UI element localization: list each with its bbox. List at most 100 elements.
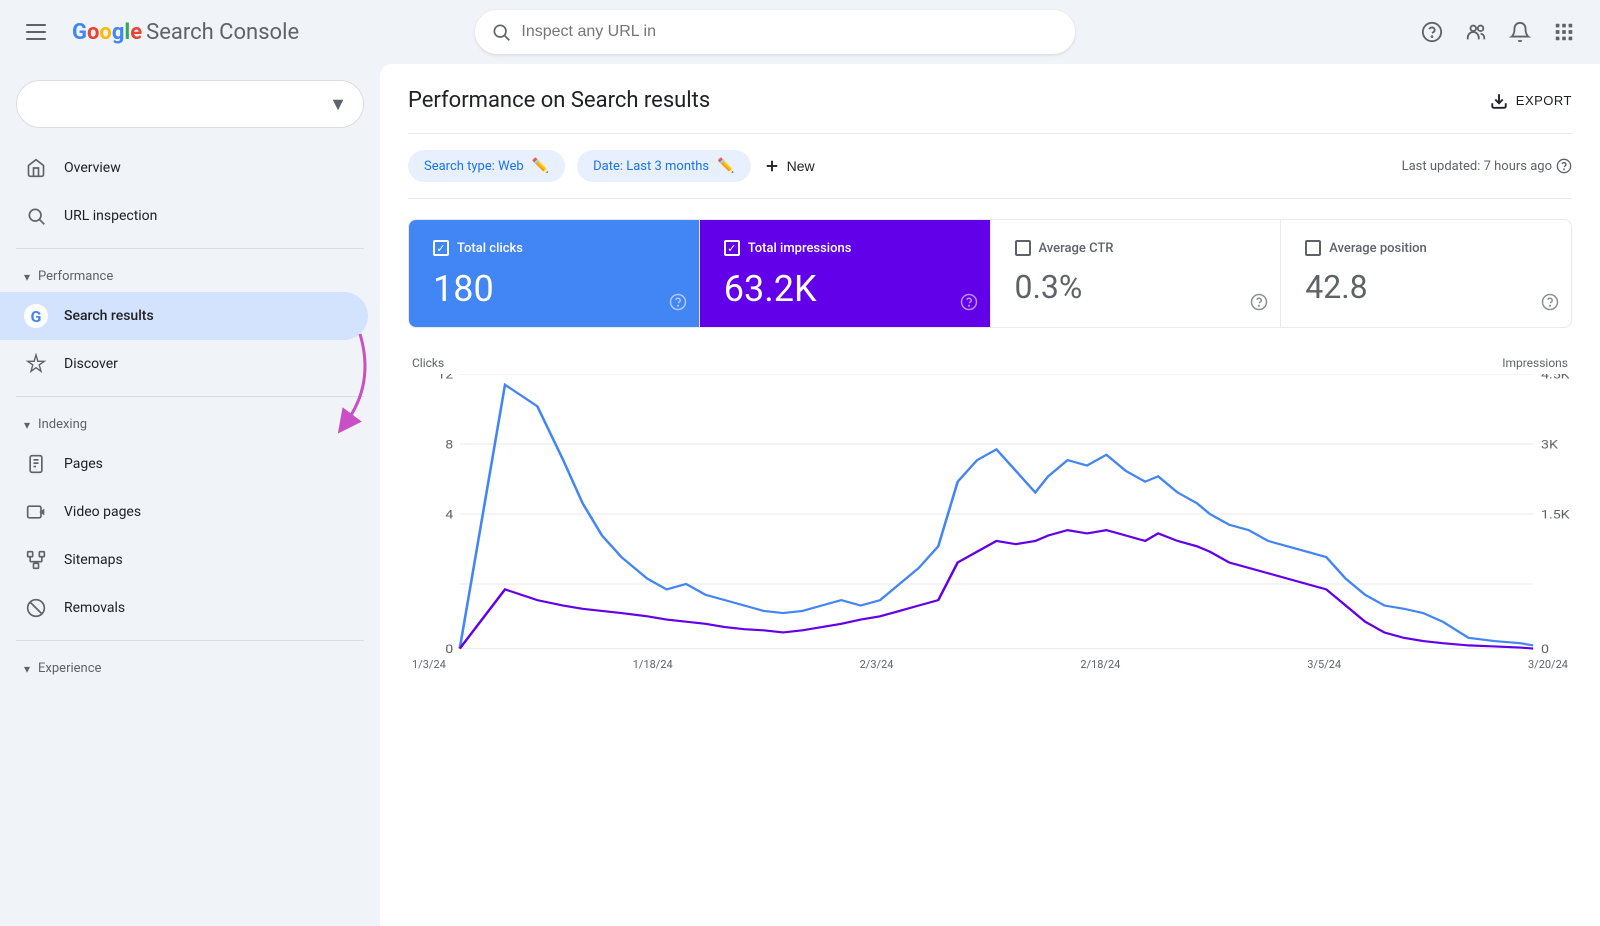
metric-position-header: Average position bbox=[1305, 240, 1547, 256]
property-selector-arrow: ▼ bbox=[329, 94, 347, 115]
metric-total-clicks[interactable]: Total clicks 180 bbox=[409, 220, 700, 327]
search-icon bbox=[491, 22, 511, 42]
position-label: Average position bbox=[1329, 241, 1427, 256]
chart-right-label: Impressions bbox=[1502, 356, 1568, 370]
indexing-section-header[interactable]: ▾ Indexing bbox=[0, 405, 380, 440]
video-icon bbox=[24, 500, 48, 524]
date-range-edit-icon: ✏️ bbox=[717, 158, 734, 174]
sidebar-item-label-pages: Pages bbox=[64, 456, 103, 472]
impressions-label: Total impressions bbox=[748, 241, 852, 256]
sidebar-item-discover[interactable]: Discover bbox=[0, 340, 368, 388]
svg-text:12: 12 bbox=[437, 374, 453, 382]
performance-section-label: Performance bbox=[38, 269, 113, 284]
x-label-0: 1/3/24 bbox=[412, 658, 446, 671]
sidebar-item-label-sitemaps: Sitemaps bbox=[64, 552, 123, 568]
performance-section-header[interactable]: ▾ Performance bbox=[0, 257, 380, 292]
sidebar-item-pages[interactable]: Pages bbox=[0, 440, 368, 488]
hamburger-button[interactable] bbox=[16, 12, 56, 52]
sidebar: ▼ Overview URL inspection ▾ bbox=[0, 64, 380, 926]
impressions-checkbox bbox=[724, 240, 740, 256]
sitemaps-icon bbox=[24, 548, 48, 572]
logo-e: e bbox=[130, 20, 142, 45]
sidebar-item-label-overview: Overview bbox=[64, 160, 121, 176]
accounts-button[interactable] bbox=[1456, 12, 1496, 52]
sidebar-item-label-removals: Removals bbox=[64, 600, 125, 616]
x-label-3: 2/18/24 bbox=[1080, 658, 1120, 671]
indexing-section-label: Indexing bbox=[38, 417, 87, 432]
export-label: EXPORT bbox=[1516, 93, 1572, 108]
chart-wrapper: 12 8 4 0 4.5K 3K 1.5K 0 bbox=[408, 374, 1572, 654]
metric-average-position[interactable]: Average position 42.8 bbox=[1281, 220, 1571, 327]
date-range-label: Date: Last 3 months bbox=[593, 159, 709, 174]
x-label-1: 1/18/24 bbox=[633, 658, 673, 671]
impressions-value: 63.2K bbox=[724, 268, 966, 311]
sidebar-item-sitemaps[interactable]: Sitemaps bbox=[0, 536, 368, 584]
google-g-icon: G bbox=[24, 304, 48, 328]
search-input[interactable] bbox=[521, 23, 1059, 41]
export-button[interactable]: EXPORT bbox=[1490, 92, 1572, 110]
new-filter-button[interactable]: New bbox=[763, 157, 815, 175]
property-selector[interactable]: ▼ bbox=[16, 80, 364, 128]
chart-left-label: Clicks bbox=[412, 356, 444, 370]
x-label-2: 2/3/24 bbox=[860, 658, 894, 671]
svg-text:0: 0 bbox=[1541, 643, 1549, 654]
metric-impressions-header: Total impressions bbox=[724, 240, 966, 256]
svg-text:8: 8 bbox=[445, 439, 453, 453]
svg-text:4.5K: 4.5K bbox=[1541, 374, 1571, 382]
search-nav-icon bbox=[24, 204, 48, 228]
search-type-edit-icon: ✏️ bbox=[532, 158, 549, 174]
main-content: Performance on Search results EXPORT Sea… bbox=[380, 64, 1600, 926]
clicks-checkbox bbox=[433, 240, 449, 256]
search-type-label: Search type: Web bbox=[424, 159, 524, 174]
apps-button[interactable] bbox=[1544, 12, 1584, 52]
performance-arrow: ▾ bbox=[24, 270, 30, 284]
logo-text: Search Console bbox=[146, 20, 299, 45]
experience-section-header[interactable]: ▾ Experience bbox=[0, 649, 380, 684]
metric-total-impressions[interactable]: Total impressions 63.2K bbox=[700, 220, 991, 327]
filter-bar: Search type: Web ✏️ Date: Last 3 months … bbox=[408, 133, 1572, 199]
chart-axis-labels: Clicks Impressions bbox=[408, 356, 1572, 370]
sidebar-item-url-inspection[interactable]: URL inspection bbox=[0, 192, 368, 240]
svg-text:1.5K: 1.5K bbox=[1541, 509, 1571, 523]
logo-o2: o bbox=[99, 20, 111, 45]
clicks-label: Total clicks bbox=[457, 241, 523, 256]
metrics-row: Total clicks 180 Total impressions bbox=[408, 219, 1572, 328]
position-value: 42.8 bbox=[1305, 268, 1547, 306]
metric-average-ctr[interactable]: Average CTR 0.3% bbox=[991, 220, 1282, 327]
last-updated-text: Last updated: 7 hours ago bbox=[1402, 159, 1552, 174]
new-label: New bbox=[787, 158, 815, 174]
top-header: Google Search Console bbox=[0, 0, 1600, 64]
ctr-checkbox bbox=[1015, 240, 1031, 256]
position-checkbox bbox=[1305, 240, 1321, 256]
header-icons bbox=[1412, 12, 1584, 52]
logo-g: G bbox=[72, 20, 87, 45]
main-layout: ▼ Overview URL inspection ▾ bbox=[0, 64, 1600, 926]
sidebar-item-removals[interactable]: Removals bbox=[0, 584, 368, 632]
discover-icon bbox=[24, 352, 48, 376]
page-title: Performance on Search results bbox=[408, 88, 710, 113]
ctr-help-icon bbox=[1250, 293, 1268, 315]
sidebar-item-overview[interactable]: Overview bbox=[0, 144, 368, 192]
sidebar-item-search-results[interactable]: G Search results bbox=[0, 292, 368, 340]
impressions-help-icon bbox=[960, 293, 978, 315]
chart-x-labels: 1/3/24 1/18/24 2/3/24 2/18/24 3/5/24 3/2… bbox=[408, 654, 1572, 671]
metric-clicks-header: Total clicks bbox=[433, 240, 675, 256]
search-type-filter[interactable]: Search type: Web ✏️ bbox=[408, 150, 565, 182]
download-icon bbox=[1490, 92, 1508, 110]
search-bar[interactable] bbox=[475, 10, 1075, 54]
ctr-value: 0.3% bbox=[1015, 268, 1257, 306]
divider-3 bbox=[16, 640, 364, 641]
date-range-filter[interactable]: Date: Last 3 months ✏️ bbox=[577, 150, 750, 182]
logo-o1: o bbox=[87, 20, 99, 45]
indexing-arrow: ▾ bbox=[24, 418, 30, 432]
logo: Google Search Console bbox=[72, 20, 299, 45]
chart-area: Clicks Impressions 12 8 4 0 4 bbox=[408, 348, 1572, 679]
position-help-icon bbox=[1541, 293, 1559, 315]
sidebar-item-video-pages[interactable]: Video pages bbox=[0, 488, 368, 536]
pages-icon bbox=[24, 452, 48, 476]
notifications-button[interactable] bbox=[1500, 12, 1540, 52]
removals-icon bbox=[24, 596, 48, 620]
help-button[interactable] bbox=[1412, 12, 1452, 52]
home-icon bbox=[24, 156, 48, 180]
svg-text:4: 4 bbox=[445, 509, 454, 523]
